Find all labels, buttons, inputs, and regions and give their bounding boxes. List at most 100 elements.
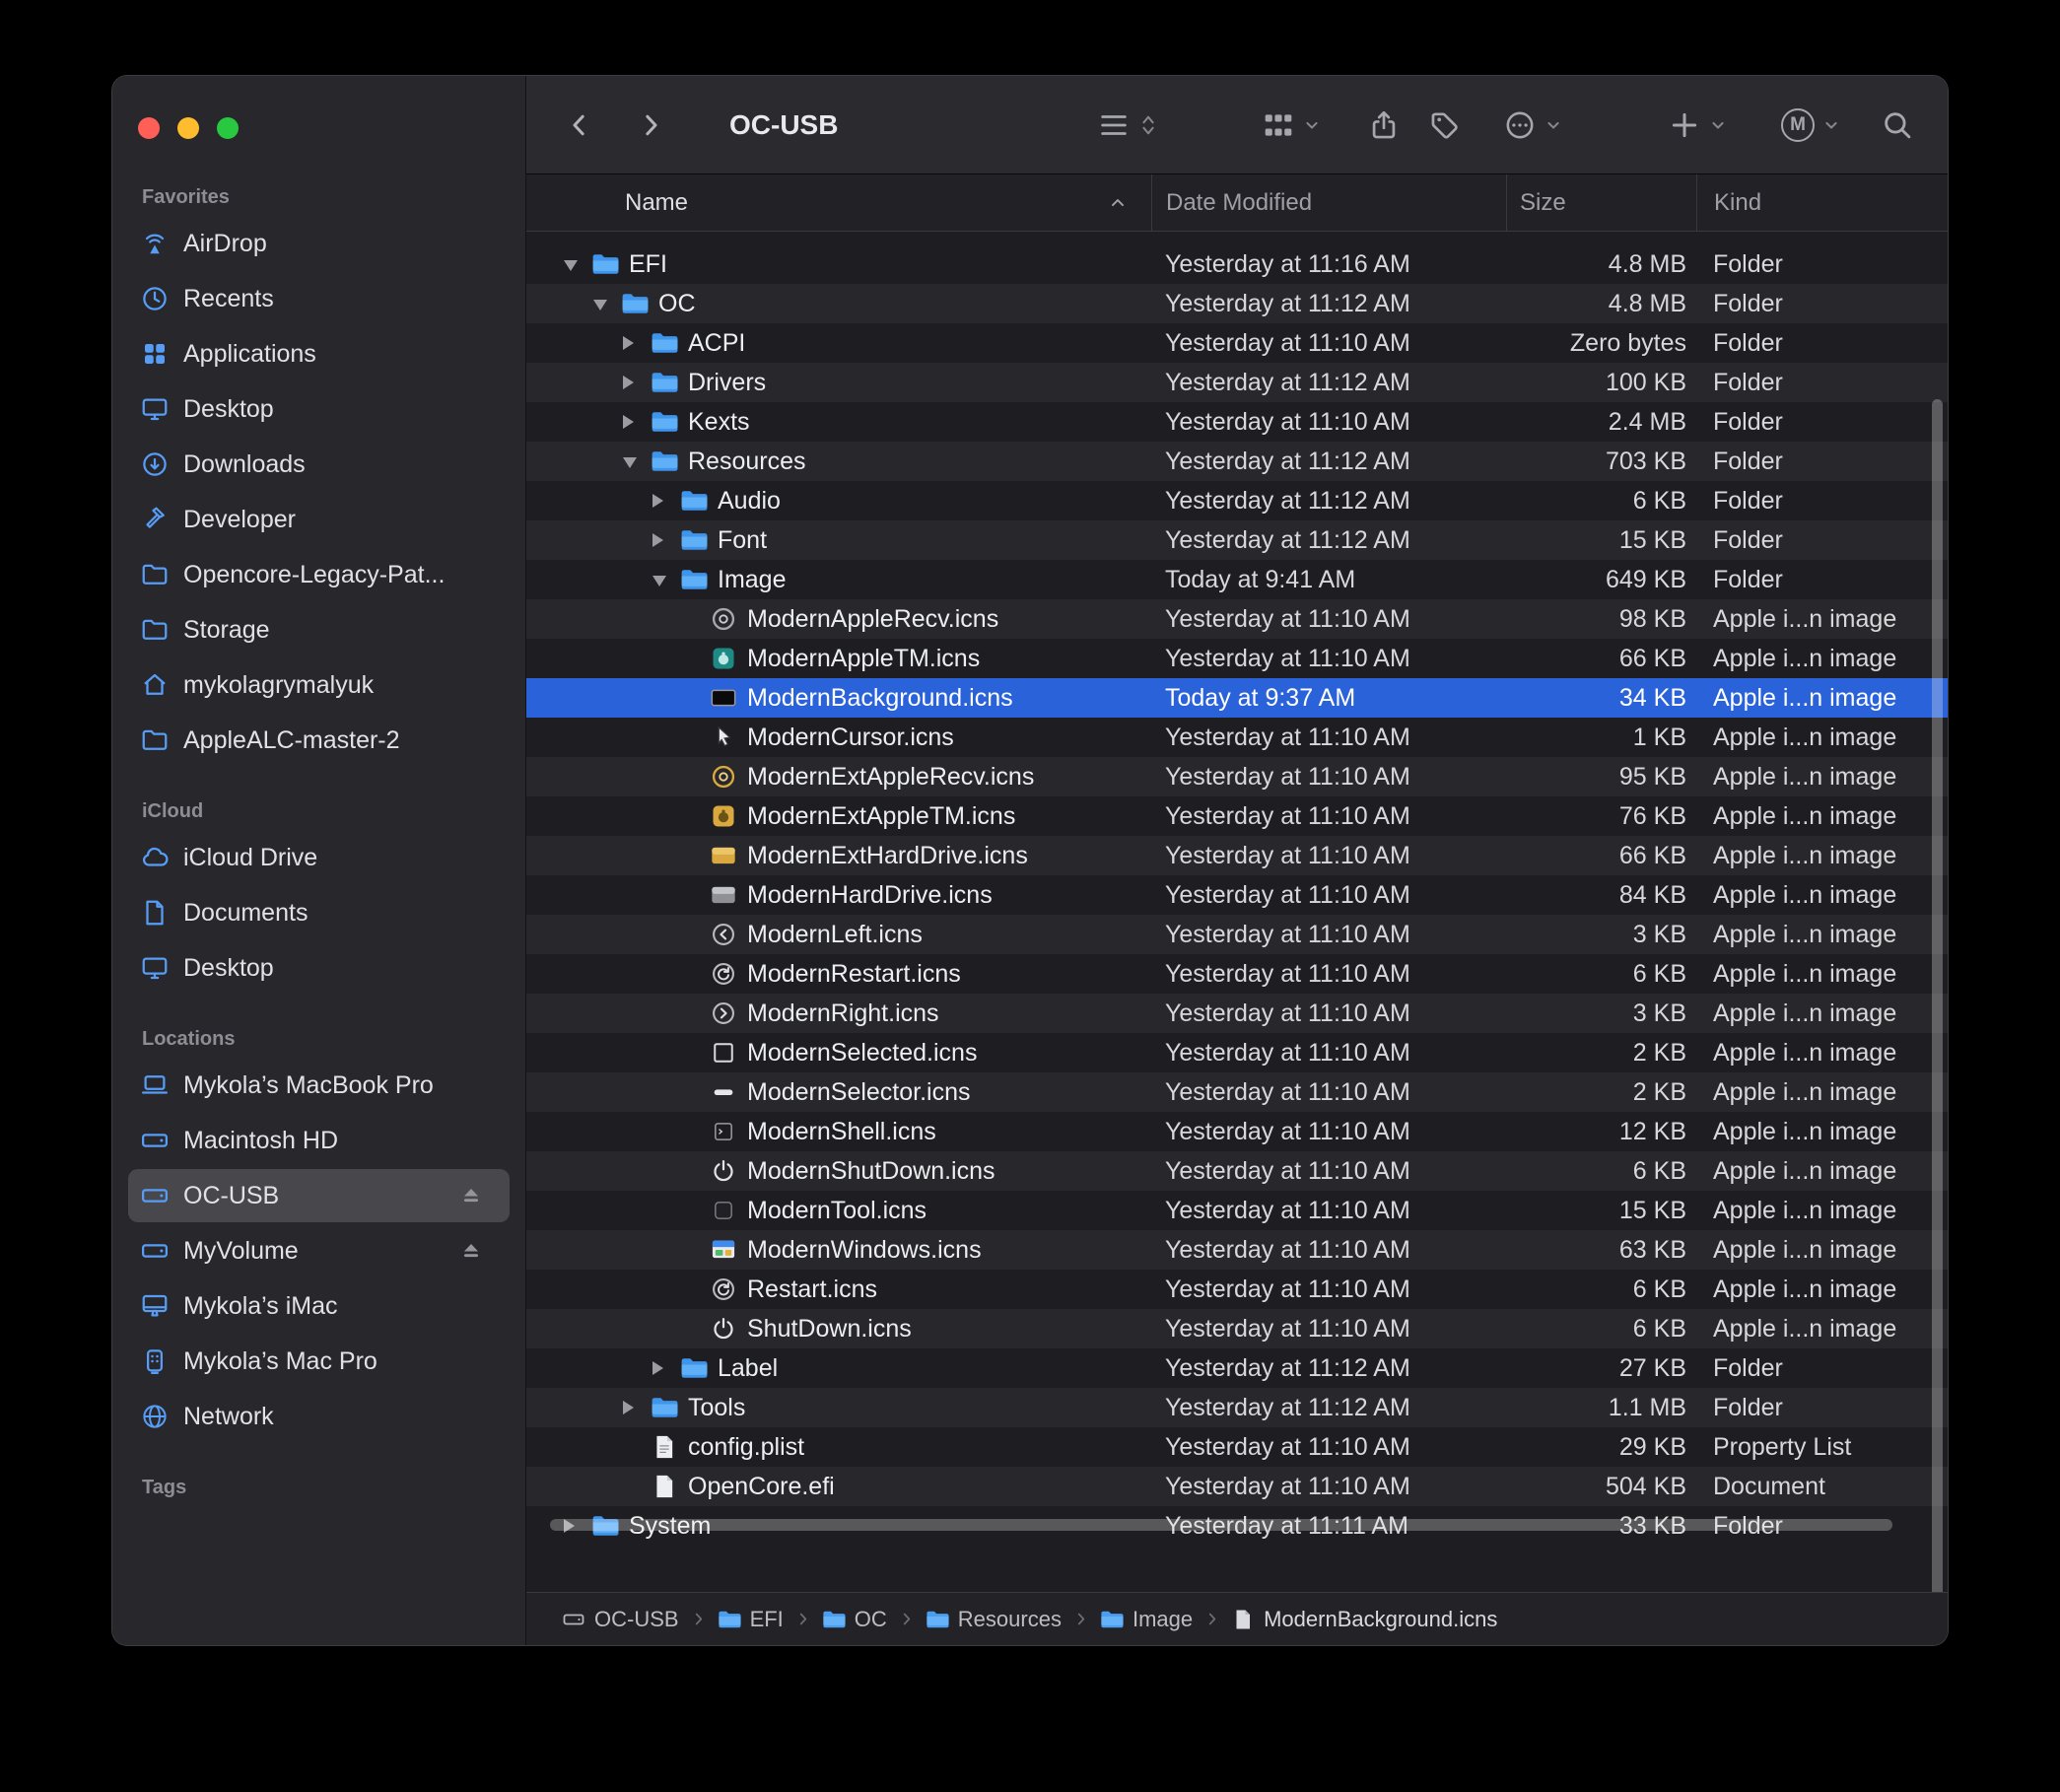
icns-circle-left-icon [710, 921, 737, 948]
sidebar-item-airdrop[interactable]: AirDrop [128, 217, 510, 270]
file-row-ModernShell.icns[interactable]: ModernShell.icns Yesterday at 11:10 AM 1… [526, 1112, 1948, 1151]
eject-button[interactable] [458, 1238, 484, 1264]
file-row-Font[interactable]: Font Yesterday at 11:12 AM 15 KB Folder [526, 520, 1948, 560]
path-item-oc[interactable]: OC [822, 1607, 887, 1632]
forward-button[interactable] [629, 103, 672, 147]
path-item-oc-usb[interactable]: OC-USB [562, 1607, 679, 1632]
sidebar-item-icloud-drive[interactable]: iCloud Drive [128, 831, 510, 884]
file-row-ModernExtHardDrive.icns[interactable]: ModernExtHardDrive.icns Yesterday at 11:… [526, 836, 1948, 875]
sidebar-item-myvolume[interactable]: MyVolume [128, 1224, 510, 1277]
minimize-button[interactable] [177, 117, 199, 139]
column-header-size[interactable]: Size [1506, 174, 1696, 231]
sidebar-item-applealc-master-2[interactable]: AppleALC-master-2 [128, 714, 510, 767]
file-row-Kexts[interactable]: Kexts Yesterday at 11:10 AM 2.4 MB Folde… [526, 402, 1948, 442]
sidebar-item-macintosh-hd[interactable]: Macintosh HD [128, 1114, 510, 1167]
sidebar-item-applications[interactable]: Applications [128, 327, 510, 380]
disclosure-closed-icon[interactable] [651, 525, 680, 555]
file-row-Resources[interactable]: Resources Yesterday at 11:12 AM 703 KB F… [526, 442, 1948, 481]
file-date-modified: Yesterday at 11:10 AM [1151, 1039, 1506, 1068]
zoom-button[interactable] [217, 117, 239, 139]
disclosure-closed-icon[interactable] [651, 1353, 680, 1383]
file-row-config.plist[interactable]: config.plist Yesterday at 11:10 AM 29 KB… [526, 1427, 1948, 1467]
plus-icon [1668, 108, 1701, 142]
file-date-modified: Yesterday at 11:10 AM [1151, 724, 1506, 752]
tag-button[interactable] [1428, 108, 1462, 142]
account-button[interactable]: M [1781, 108, 1841, 142]
new-item-button[interactable] [1668, 108, 1728, 142]
file-row-Drivers[interactable]: Drivers Yesterday at 11:12 AM 100 KB Fol… [526, 363, 1948, 402]
search-button[interactable] [1881, 108, 1914, 142]
sidebar-item-mykola-s-mac-pro[interactable]: Mykola’s Mac Pro [128, 1335, 510, 1388]
disclosure-open-icon[interactable] [591, 289, 621, 318]
vertical-scrollbar[interactable] [1932, 399, 1943, 1592]
disclosure-closed-icon[interactable] [621, 328, 651, 358]
sidebar-item-recents[interactable]: Recents [128, 272, 510, 325]
more-button[interactable] [1503, 108, 1563, 142]
file-row-ModernCursor.icns[interactable]: ModernCursor.icns Yesterday at 11:10 AM … [526, 718, 1948, 757]
file-row-ModernWindows.icns[interactable]: ModernWindows.icns Yesterday at 11:10 AM… [526, 1230, 1948, 1270]
file-name: Audio [526, 486, 1151, 516]
disclosure-closed-icon[interactable] [621, 407, 651, 437]
file-row-ModernAppleTM.icns[interactable]: ModernAppleTM.icns Yesterday at 11:10 AM… [526, 639, 1948, 678]
file-row-ModernBackground.icns[interactable]: ModernBackground.icns Today at 9:37 AM 3… [526, 678, 1948, 718]
file-row-EFI[interactable]: EFI Yesterday at 11:16 AM 4.8 MB Folder [526, 244, 1948, 284]
sidebar-item-network[interactable]: Network [128, 1390, 510, 1443]
file-row-ModernLeft.icns[interactable]: ModernLeft.icns Yesterday at 11:10 AM 3 … [526, 915, 1948, 954]
icns-power-icon [710, 1157, 737, 1185]
path-item-modernbackground-icns[interactable]: ModernBackground.icns [1231, 1607, 1497, 1632]
path-item-image[interactable]: Image [1100, 1607, 1193, 1632]
sidebar-item-mykola-s-macbook-pro[interactable]: Mykola’s MacBook Pro [128, 1059, 510, 1112]
disclosure-closed-icon[interactable] [621, 1393, 651, 1422]
file-row-ACPI[interactable]: ACPI Yesterday at 11:10 AM Zero bytes Fo… [526, 323, 1948, 363]
group-button[interactable] [1262, 108, 1322, 142]
column-header-name[interactable]: Name [526, 174, 1151, 231]
sidebar-item-oc-usb[interactable]: OC-USB [128, 1169, 510, 1222]
sidebar-item-opencore-legacy-pat-[interactable]: Opencore-Legacy-Pat... [128, 548, 510, 601]
file-row-ModernShutDown.icns[interactable]: ModernShutDown.icns Yesterday at 11:10 A… [526, 1151, 1948, 1191]
file-row-ModernSelected.icns[interactable]: ModernSelected.icns Yesterday at 11:10 A… [526, 1033, 1948, 1072]
file-row-Audio[interactable]: Audio Yesterday at 11:12 AM 6 KB Folder [526, 481, 1948, 520]
sidebar-item-desktop[interactable]: Desktop [128, 941, 510, 995]
back-button[interactable] [558, 103, 601, 147]
file-row-Label[interactable]: Label Yesterday at 11:12 AM 27 KB Folder [526, 1348, 1948, 1388]
file-row-Image[interactable]: Image Today at 9:41 AM 649 KB Folder [526, 560, 1948, 599]
sidebar-item-label: Macintosh HD [183, 1127, 338, 1155]
file-row-ModernRestart.icns[interactable]: ModernRestart.icns Yesterday at 11:10 AM… [526, 954, 1948, 994]
eject-button[interactable] [458, 1183, 484, 1208]
sidebar-item-storage[interactable]: Storage [128, 603, 510, 656]
file-row-Restart.icns[interactable]: Restart.icns Yesterday at 11:10 AM 6 KB … [526, 1270, 1948, 1309]
column-header-date-modified[interactable]: Date Modified [1151, 174, 1506, 231]
sidebar-item-desktop[interactable]: Desktop [128, 382, 510, 436]
sidebar-item-developer[interactable]: Developer [128, 493, 510, 546]
column-header-kind[interactable]: Kind [1696, 174, 1948, 231]
view-button[interactable] [1097, 108, 1159, 142]
file-row-ModernExtAppleTM.icns[interactable]: ModernExtAppleTM.icns Yesterday at 11:10… [526, 796, 1948, 836]
path-item-efi[interactable]: EFI [718, 1607, 784, 1632]
doc-plist-icon [651, 1433, 678, 1461]
file-row-ModernExtAppleRecv.icns[interactable]: ModernExtAppleRecv.icns Yesterday at 11:… [526, 757, 1948, 796]
disclosure-open-icon[interactable] [651, 565, 680, 594]
disclosure-open-icon[interactable] [562, 249, 591, 279]
close-button[interactable] [138, 117, 160, 139]
sidebar-item-downloads[interactable]: Downloads [128, 438, 510, 491]
share-button[interactable] [1367, 108, 1401, 142]
disclosure-open-icon[interactable] [621, 447, 651, 476]
sidebar-item-documents[interactable]: Documents [128, 886, 510, 939]
file-row-OpenCore.efi[interactable]: OpenCore.efi Yesterday at 11:10 AM 504 K… [526, 1467, 1948, 1506]
file-row-Tools[interactable]: Tools Yesterday at 11:12 AM 1.1 MB Folde… [526, 1388, 1948, 1427]
file-name: ModernRestart.icns [526, 959, 1151, 989]
disclosure-closed-icon[interactable] [621, 368, 651, 397]
file-row-OC[interactable]: OC Yesterday at 11:12 AM 4.8 MB Folder [526, 284, 1948, 323]
path-item-resources[interactable]: Resources [926, 1607, 1062, 1632]
sidebar-item-label: iCloud Drive [183, 844, 317, 872]
file-row-ShutDown.icns[interactable]: ShutDown.icns Yesterday at 11:10 AM 6 KB… [526, 1309, 1948, 1348]
horizontal-scrollbar[interactable] [550, 1519, 1892, 1531]
file-row-ModernRight.icns[interactable]: ModernRight.icns Yesterday at 11:10 AM 3… [526, 994, 1948, 1033]
file-row-ModernAppleRecv.icns[interactable]: ModernAppleRecv.icns Yesterday at 11:10 … [526, 599, 1948, 639]
file-row-ModernTool.icns[interactable]: ModernTool.icns Yesterday at 11:10 AM 15… [526, 1191, 1948, 1230]
file-row-ModernHardDrive.icns[interactable]: ModernHardDrive.icns Yesterday at 11:10 … [526, 875, 1948, 915]
sidebar-item-mykolagrymalyuk[interactable]: mykolagrymalyuk [128, 658, 510, 712]
file-row-ModernSelector.icns[interactable]: ModernSelector.icns Yesterday at 11:10 A… [526, 1072, 1948, 1112]
disclosure-closed-icon[interactable] [651, 486, 680, 516]
sidebar-item-mykola-s-imac[interactable]: Mykola’s iMac [128, 1279, 510, 1333]
